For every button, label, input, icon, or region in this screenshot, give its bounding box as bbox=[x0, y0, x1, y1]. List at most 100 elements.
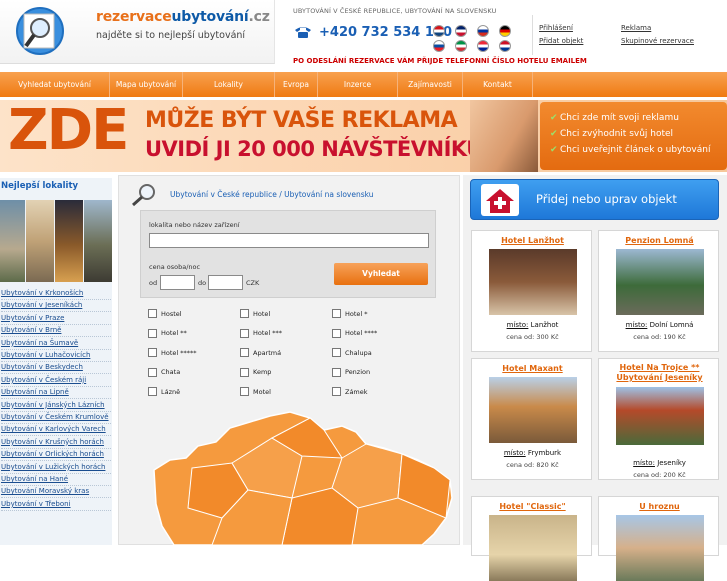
locality-link[interactable]: Ubytování v Českém ráji bbox=[1, 376, 111, 387]
breadcrumb[interactable]: Ubytování v České republice / Ubytování … bbox=[170, 190, 374, 199]
add-object-link[interactable]: Přidat objekt bbox=[539, 37, 583, 45]
price-to-input[interactable] bbox=[208, 275, 243, 290]
type-checkbox[interactable]: Hotel ***** bbox=[148, 348, 197, 357]
hotel-photo[interactable] bbox=[616, 249, 704, 315]
language-flag-icon[interactable] bbox=[455, 25, 467, 37]
type-checkbox[interactable]: Hotel *** bbox=[240, 328, 282, 338]
hotel-card[interactable]: U hroznu bbox=[598, 496, 720, 581]
czech-map[interactable] bbox=[152, 408, 454, 545]
hotel-photo[interactable] bbox=[489, 515, 577, 581]
hotel-card[interactable]: Hotel "Classic" bbox=[471, 496, 593, 581]
locality-link[interactable]: Ubytování na Lipně bbox=[1, 388, 111, 400]
hotel-name[interactable]: Hotel Lanžhot bbox=[472, 236, 593, 246]
locality-photo[interactable] bbox=[84, 200, 112, 282]
location-input[interactable] bbox=[149, 233, 429, 248]
phone-number[interactable]: +420 732 534 150 bbox=[319, 25, 452, 40]
checkbox-box[interactable] bbox=[240, 387, 249, 396]
hotel-photo[interactable] bbox=[616, 515, 704, 581]
login-link[interactable]: Přihlášení bbox=[539, 24, 573, 32]
locality-link[interactable]: Ubytování na Hané bbox=[1, 475, 111, 486]
hotel-photo[interactable] bbox=[489, 249, 577, 315]
type-checkbox[interactable]: Hotel ** bbox=[148, 328, 187, 338]
language-flag-icon[interactable] bbox=[477, 40, 489, 52]
checkbox-box[interactable] bbox=[240, 309, 249, 318]
hotel-photo[interactable] bbox=[616, 387, 704, 445]
locality-link[interactable]: Ubytování v Beskydech bbox=[1, 363, 111, 375]
locality-link[interactable]: Ubytování v Karlových Varech bbox=[1, 425, 111, 437]
nav-search[interactable]: Vyhledat ubytování bbox=[0, 72, 110, 97]
banner-offer-3[interactable]: ✔ Chci uveřejnit článek o ubytování bbox=[550, 145, 710, 155]
type-checkbox[interactable]: Zámek bbox=[332, 387, 368, 396]
nav-contact[interactable]: Kontakt bbox=[463, 72, 533, 97]
checkbox-box[interactable] bbox=[240, 367, 249, 377]
hotel-name[interactable]: Penzion Lomná bbox=[599, 236, 720, 246]
checkbox-box[interactable] bbox=[148, 309, 157, 318]
language-flag-icon[interactable] bbox=[433, 25, 445, 37]
nav-map[interactable]: Mapa ubytování bbox=[110, 72, 183, 97]
type-checkbox[interactable]: Apartmá bbox=[240, 348, 281, 357]
nav-localities[interactable]: Lokality bbox=[183, 72, 275, 97]
type-checkbox[interactable]: Penzion bbox=[332, 367, 370, 377]
banner-offer-2[interactable]: ✔ Chci zvýhodnit svůj hotel bbox=[550, 129, 673, 139]
locality-link[interactable]: Ubytování v Praze bbox=[1, 314, 111, 325]
language-flag-icon[interactable] bbox=[477, 25, 489, 37]
hotel-name[interactable]: Hotel Maxant bbox=[472, 364, 593, 374]
locality-link[interactable]: Ubytování v Krkonoších bbox=[1, 289, 111, 300]
hotel-card[interactable]: Hotel Lanžhot místo: Lanžhot cena od: 300 … bbox=[471, 230, 592, 352]
nav-interesting[interactable]: Zajímavosti bbox=[398, 72, 463, 97]
language-flag-icon[interactable] bbox=[455, 40, 467, 52]
hotel-card[interactable]: Penzion Lomná místo: Dolní Lomná cena od: … bbox=[598, 230, 719, 352]
banner-offer-1[interactable]: ✔ Chci zde mít svoji reklamu bbox=[550, 113, 679, 123]
type-checkbox[interactable]: Chalupa bbox=[332, 348, 372, 357]
search-button[interactable]: Vyhledat bbox=[334, 263, 428, 285]
type-checkbox[interactable]: Chata bbox=[148, 367, 180, 377]
locality-photo[interactable] bbox=[0, 200, 25, 282]
checkbox-box[interactable] bbox=[332, 328, 341, 338]
locality-link[interactable]: Ubytování v Brně bbox=[1, 326, 111, 338]
checkbox-box[interactable] bbox=[148, 387, 157, 396]
language-flag-icon[interactable] bbox=[499, 40, 511, 52]
checkbox-box[interactable] bbox=[332, 309, 341, 318]
logo-name[interactable]: rezervaceubytování.cz bbox=[96, 9, 270, 25]
type-checkbox[interactable]: Hotel **** bbox=[332, 328, 377, 338]
checkbox-box[interactable] bbox=[332, 348, 341, 357]
advertising-link[interactable]: Reklama bbox=[621, 24, 651, 32]
checkbox-box[interactable] bbox=[148, 367, 157, 377]
hotel-card[interactable]: Hotel Maxant místo: Frymburk cena od: 820 … bbox=[471, 358, 592, 480]
checkbox-box[interactable] bbox=[148, 348, 157, 357]
nav-advertising[interactable]: Inzerce bbox=[318, 72, 398, 97]
hotel-card[interactable]: Hotel Na Trojce ** Ubytování Jeseníky mís… bbox=[598, 358, 719, 480]
locality-link[interactable]: Ubytování v Orlických horách bbox=[1, 450, 111, 462]
checkbox-box[interactable] bbox=[332, 367, 341, 377]
checkbox-box[interactable] bbox=[148, 328, 157, 338]
locality-link[interactable]: Ubytování na Šumavě bbox=[1, 339, 111, 350]
price-from-input[interactable] bbox=[160, 275, 195, 290]
locality-link[interactable]: Ubytování v Třeboni bbox=[1, 500, 111, 511]
checkbox-box[interactable] bbox=[240, 328, 249, 338]
locality-photo[interactable] bbox=[55, 200, 83, 282]
type-checkbox[interactable]: Motel bbox=[240, 387, 271, 396]
type-checkbox[interactable]: Hotel * bbox=[332, 309, 368, 318]
locality-link[interactable]: Ubytování v Jánských Lázních bbox=[1, 401, 111, 412]
locality-link[interactable]: Ubytování v Krušných horách bbox=[1, 438, 111, 449]
type-checkbox[interactable]: Lázně bbox=[148, 387, 180, 396]
checkbox-box[interactable] bbox=[332, 387, 341, 396]
hotel-photo[interactable] bbox=[489, 377, 577, 443]
locality-link[interactable]: Ubytování v Luhačovicích bbox=[1, 351, 111, 362]
locality-link[interactable]: Ubytování v Lužických horách bbox=[1, 463, 111, 474]
language-flag-icon[interactable] bbox=[499, 25, 511, 37]
locality-photo[interactable] bbox=[26, 200, 54, 282]
hotel-name[interactable]: Hotel "Classic" bbox=[472, 502, 593, 512]
type-checkbox[interactable]: Kemp bbox=[240, 367, 271, 377]
hotel-name[interactable]: U hroznu bbox=[599, 502, 720, 512]
nav-europe[interactable]: Evropa bbox=[275, 72, 318, 97]
language-flag-icon[interactable] bbox=[433, 40, 445, 52]
locality-link[interactable]: Ubytování v Jeseníkách bbox=[1, 301, 111, 313]
checkbox-box[interactable] bbox=[240, 348, 249, 357]
hotel-name[interactable]: Hotel Na Trojce ** Ubytování Jeseníky bbox=[599, 363, 720, 383]
group-reservations-link[interactable]: Skupinové rezervace bbox=[621, 37, 694, 45]
locality-link[interactable]: Ubytování Moravský kras bbox=[1, 487, 111, 499]
locality-link[interactable]: Ubytování v Českém Krumlově bbox=[1, 413, 111, 424]
type-checkbox[interactable]: Hostel bbox=[148, 309, 182, 318]
type-checkbox[interactable]: Hotel bbox=[240, 309, 270, 318]
